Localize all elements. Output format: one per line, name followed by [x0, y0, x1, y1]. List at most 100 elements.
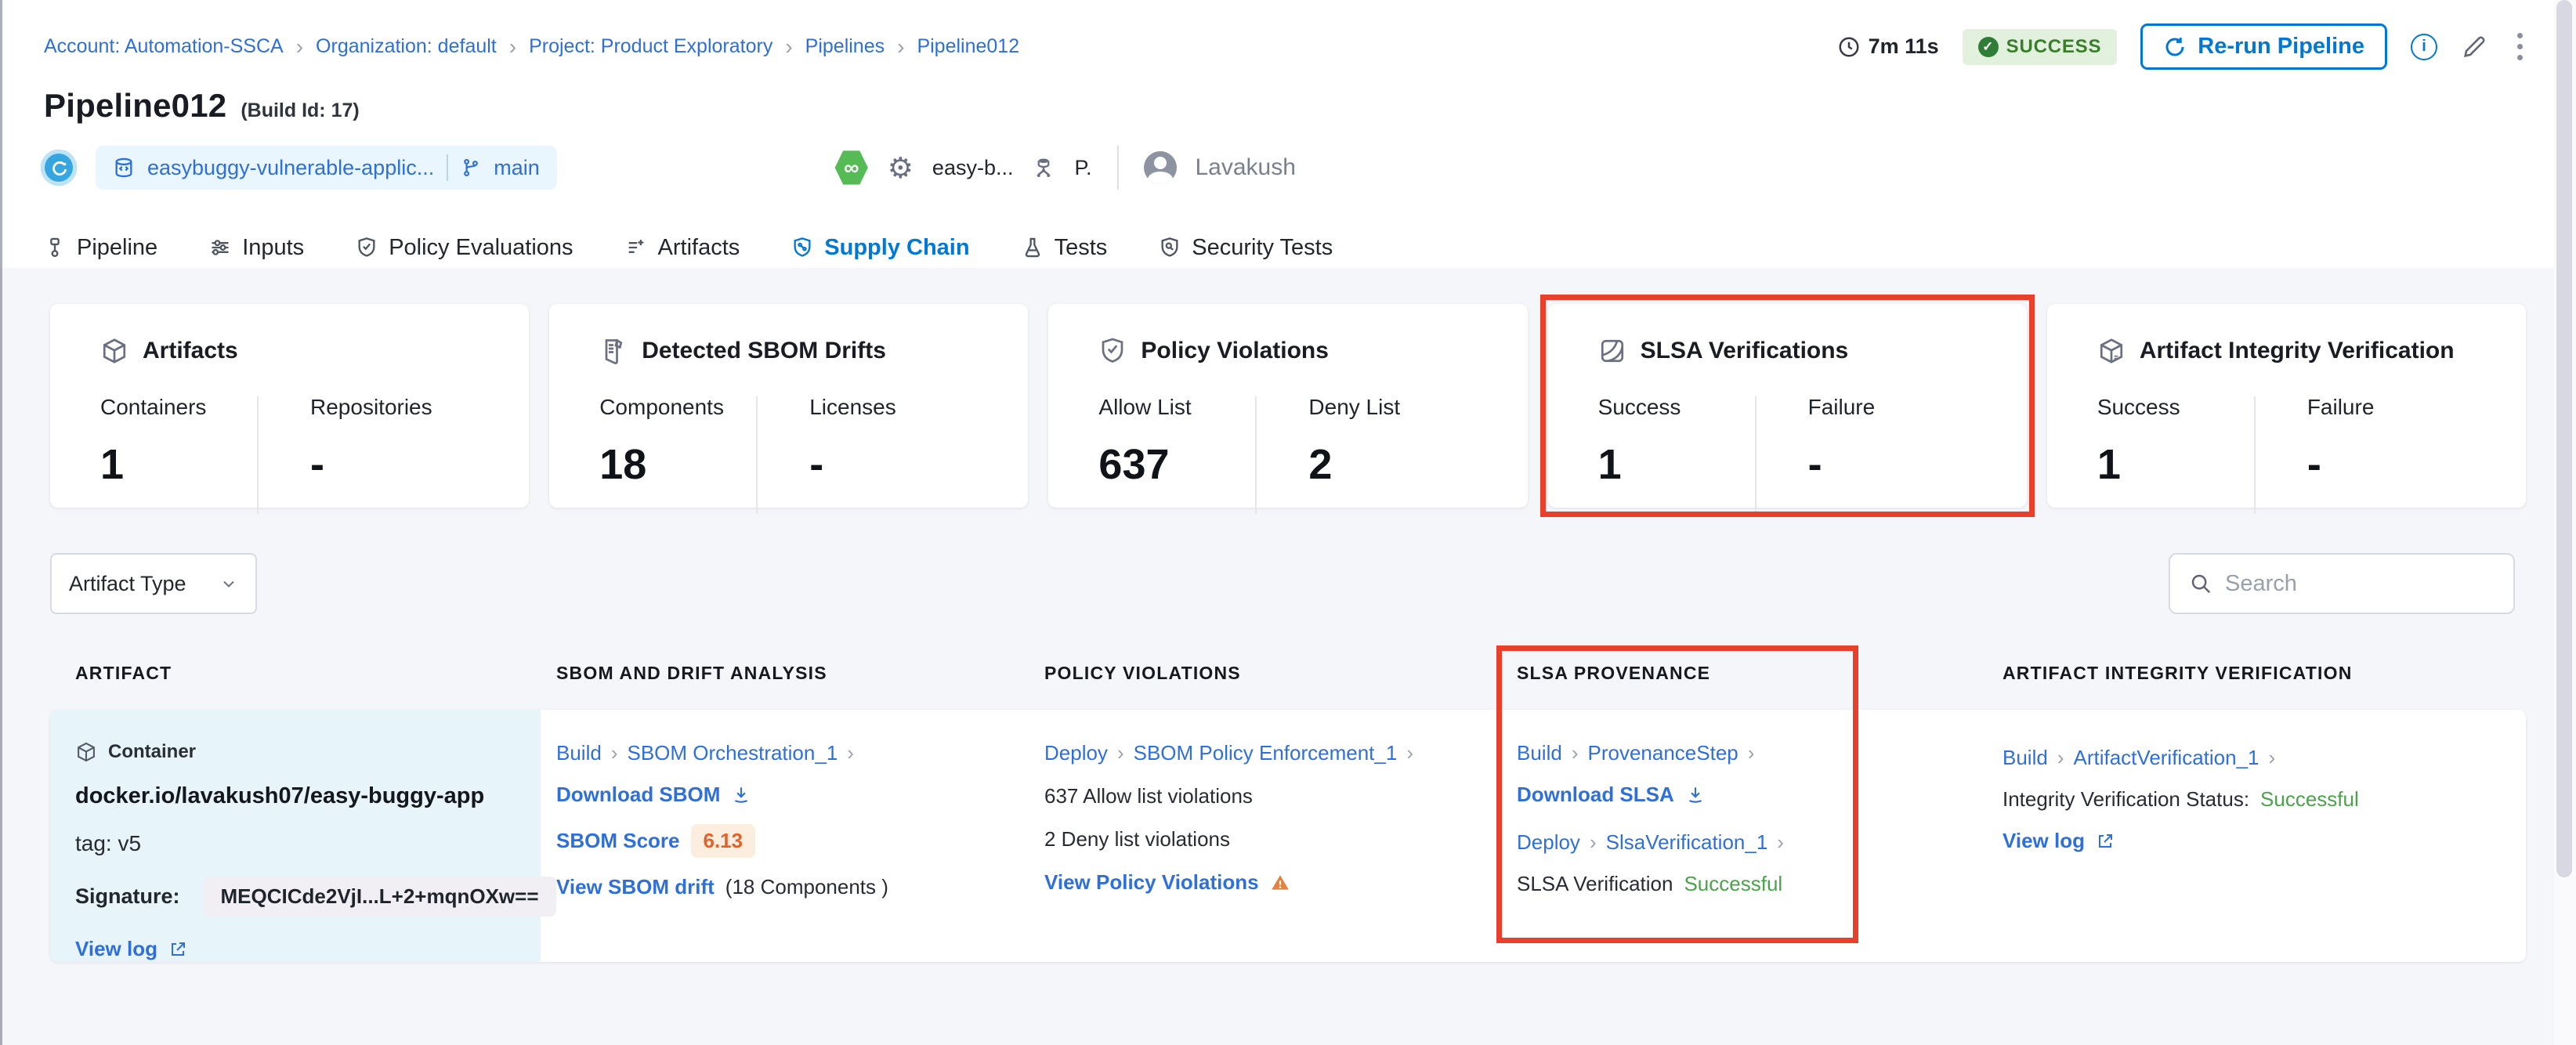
- signature-value[interactable]: MEQCICde2VjI...L+2+mqnOXw==: [203, 877, 556, 917]
- search-box: [2169, 553, 2520, 614]
- stage-link[interactable]: Build: [2003, 746, 2048, 770]
- step-link[interactable]: ProvenanceStep: [1588, 741, 1738, 765]
- column-header-sbom: SBOM AND DRIFT ANALYSIS: [556, 663, 827, 683]
- stage-link[interactable]: Deploy: [1517, 830, 1580, 855]
- chevron-right-icon: ›: [610, 741, 618, 765]
- stat-value: 2: [1308, 441, 1333, 488]
- flask-icon: [1022, 237, 1044, 259]
- card-title: Artifacts: [143, 338, 238, 363]
- breadcrumb-organization[interactable]: Organization: default: [316, 35, 497, 58]
- info-icon[interactable]: i: [2411, 33, 2437, 60]
- card-title: Artifact Integrity Verification: [2139, 338, 2455, 363]
- view-log-link[interactable]: View log: [2003, 829, 2085, 853]
- infrastructure-icon: [1032, 156, 1055, 179]
- step-link[interactable]: SBOM Policy Enforcement_1: [1134, 741, 1398, 765]
- scrollbar-thumb[interactable]: [2556, 0, 2572, 877]
- stage-link[interactable]: Build: [556, 741, 602, 765]
- breadcrumb-project[interactable]: Project: Product Exploratory: [529, 35, 772, 58]
- stat-value: 637: [1098, 441, 1170, 488]
- drift-components-note: (18 Components ): [725, 875, 888, 899]
- artifact-image-name: docker.io/lavakush07/easy-buggy-app: [75, 783, 485, 808]
- stat-value: 18: [599, 441, 647, 488]
- chevron-right-icon: ›: [785, 34, 793, 59]
- slsa-verification-status: Successful: [1684, 872, 1783, 895]
- download-sbom-link[interactable]: Download SBOM: [556, 783, 720, 807]
- card-slsa-verifications: SLSA Verifications Success 1 Failure -: [1547, 304, 2027, 514]
- more-options-icon[interactable]: [2511, 30, 2529, 63]
- view-sbom-drift-link[interactable]: View SBOM drift: [556, 875, 715, 899]
- step-link[interactable]: ArtifactVerification_1: [2074, 746, 2259, 770]
- breadcrumb-account[interactable]: Account: Automation-SSCA: [44, 35, 284, 58]
- stat-label: Deny List: [1308, 395, 1401, 419]
- rerun-pipeline-button[interactable]: Re-run Pipeline: [2140, 24, 2387, 70]
- download-slsa-link[interactable]: Download SLSA: [1517, 783, 1674, 807]
- cube-icon: [100, 337, 128, 365]
- artifact-type-label: Artifact Type: [69, 571, 186, 595]
- stat-label: Success: [2097, 395, 2180, 419]
- external-link-icon: [2096, 832, 2115, 851]
- breadcrumb-pipelines[interactable]: Pipelines: [805, 35, 885, 58]
- integrity-cell: Build › ArtifactVerification_1 › Integri…: [2003, 746, 2359, 853]
- column-header-policy: POLICY VIOLATIONS: [1044, 663, 1241, 683]
- chevron-right-icon: ›: [1571, 741, 1579, 765]
- card-artifacts: Artifacts Containers 1 Repositories -: [50, 304, 530, 514]
- summary-cards: Artifacts Containers 1 Repositories - De…: [50, 295, 2527, 517]
- repo-branch-pill: easybuggy-vulnerable-applic... main: [96, 146, 557, 190]
- pill-divider: [447, 154, 449, 181]
- column-header-slsa: SLSA PROVENANCE: [1517, 663, 1711, 683]
- stat-value: 1: [100, 441, 125, 488]
- shield-search-icon: [1159, 237, 1181, 259]
- download-icon: [1685, 785, 1706, 805]
- trigger-pipeline-name[interactable]: easy-b...: [932, 156, 1014, 180]
- artifact-tag: tag: v5: [75, 831, 142, 855]
- view-policy-violations-link[interactable]: View Policy Violations: [1044, 870, 1259, 895]
- stat-label: Repositories: [310, 395, 432, 419]
- meta-divider: [1116, 146, 1119, 190]
- branch-link[interactable]: main: [494, 156, 540, 180]
- stage-link[interactable]: Build: [1517, 741, 1562, 765]
- git-branch-icon: [461, 157, 481, 178]
- card-title: Detected SBOM Drifts: [642, 338, 886, 363]
- gear-icon: ⚙: [887, 151, 914, 184]
- supply-chain-shield-icon: [791, 237, 813, 259]
- card-title: SLSA Verifications: [1640, 338, 1849, 363]
- page-title: Pipeline012: [44, 87, 227, 124]
- user-name: Lavakush: [1195, 154, 1296, 180]
- external-link-icon: [168, 940, 187, 959]
- deny-list-violations: 2 Deny list violations: [1044, 827, 1230, 851]
- slsa-icon: [1598, 337, 1626, 365]
- stat-divider: [2253, 396, 2256, 514]
- harness-ci-hexagon-icon: ∞: [834, 150, 868, 185]
- stage-link[interactable]: Deploy: [1044, 741, 1108, 765]
- card-artifact-integrity: Artifact Integrity Verification Success …: [2046, 304, 2527, 514]
- collapsed-sidenav-edge: [0, 0, 2, 1045]
- shield-check-icon: [356, 237, 378, 259]
- stat-divider: [756, 396, 758, 514]
- view-log-link[interactable]: View log: [75, 937, 157, 961]
- artifact-type-dropdown[interactable]: Artifact Type: [50, 553, 257, 614]
- chevron-right-icon: ›: [295, 34, 304, 59]
- repository-link[interactable]: easybuggy-vulnerable-applic...: [147, 156, 434, 180]
- stat-divider: [257, 396, 259, 514]
- stat-value: -: [1807, 441, 1822, 488]
- pipeline-execution-page: Account: Automation-SSCA › Organization:…: [0, 0, 2576, 1045]
- trigger-user-short[interactable]: P.: [1074, 156, 1091, 180]
- search-icon: [2189, 572, 2212, 595]
- chevron-right-icon: ›: [1747, 741, 1755, 765]
- edit-pencil-icon[interactable]: [2461, 34, 2487, 60]
- step-link[interactable]: SlsaVerification_1: [1606, 830, 1768, 855]
- step-link[interactable]: SBOM Orchestration_1: [628, 741, 838, 765]
- stat-label: Licenses: [809, 395, 896, 419]
- page-scrollbar[interactable]: [2554, 0, 2576, 1045]
- breadcrumb-current[interactable]: Pipeline012: [917, 35, 1019, 58]
- title-row: Pipeline012 (Build Id: 17): [0, 87, 2576, 125]
- sbom-score-link[interactable]: SBOM Score: [556, 829, 680, 853]
- list-plus-icon: [625, 237, 647, 259]
- ci-module-icon: [41, 150, 77, 186]
- pipeline-icon: [44, 237, 66, 259]
- filter-bar: Artifact Type: [50, 553, 2526, 616]
- stat-value: 1: [2097, 441, 2121, 488]
- slsa-cell: Build › ProvenanceStep › Download SLSA D…: [1517, 741, 1784, 896]
- search-input[interactable]: [2225, 570, 2520, 597]
- slsa-card-highlight-region: SLSA Verifications Success 1 Failure -: [1539, 295, 2035, 517]
